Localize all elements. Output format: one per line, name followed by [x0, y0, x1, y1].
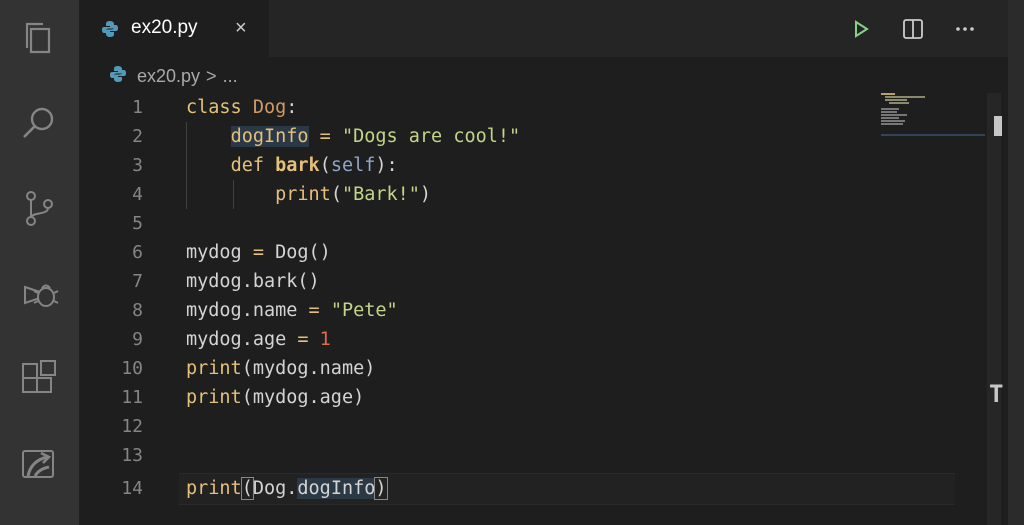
minimap-line — [881, 114, 907, 116]
minimap-line — [889, 102, 909, 104]
line-number: 9 — [132, 329, 143, 350]
python-file-icon — [101, 20, 119, 43]
code-line: 9 mydog.age = 1 — [79, 325, 879, 354]
tab-ex20[interactable]: ex20.py × — [79, 0, 269, 57]
line-number: 1 — [132, 97, 143, 118]
line-number: 4 — [132, 184, 143, 205]
code-line: 10 print(mydog.name) — [79, 354, 879, 383]
minimap-line — [881, 120, 905, 122]
code-line: 1 class Dog: — [79, 93, 879, 122]
source-control-icon[interactable] — [19, 188, 59, 228]
code-text[interactable]: class Dog: — [186, 93, 297, 122]
code-text[interactable]: mydog.bark() — [186, 267, 320, 296]
editor-area: ex20.py × ex20.py > ... 1 class Dog: 2 d… — [79, 0, 1008, 525]
scrollbar-thumb[interactable] — [994, 116, 1002, 136]
code-text[interactable]: print(mydog.name) — [186, 354, 375, 383]
python-file-icon — [109, 65, 127, 88]
tab-bar: ex20.py × — [79, 0, 1008, 57]
code-text[interactable]: print(mydog.age) — [186, 383, 364, 412]
breadcrumb-file[interactable]: ex20.py — [137, 66, 200, 87]
code-text[interactable]: print(Dog.dogInfo) — [186, 474, 388, 503]
text-cursor-icon: T — [989, 380, 1004, 408]
minimap-current-line — [881, 134, 985, 136]
minimap-line — [881, 111, 897, 113]
line-number: 14 — [121, 478, 143, 499]
code-text[interactable]: mydog = Dog() — [186, 238, 331, 267]
close-icon[interactable]: × — [235, 17, 247, 40]
line-number: 8 — [132, 300, 143, 321]
activity-bar — [0, 0, 79, 525]
minimap-line — [881, 108, 899, 110]
code-line: 7 mydog.bark() — [79, 267, 879, 296]
code-line: 13 — [79, 441, 879, 470]
minimap-line — [885, 96, 925, 98]
line-number: 11 — [121, 387, 143, 408]
code-text[interactable]: mydog.age = 1 — [186, 325, 331, 354]
breadcrumb: ex20.py > ... — [109, 64, 238, 88]
minimap-line — [881, 117, 899, 119]
debug-icon[interactable] — [19, 273, 59, 313]
code-line: 4 print("Bark!") — [79, 180, 879, 209]
code-line: 5 — [79, 209, 879, 238]
code-line: 3 def bark(self): — [79, 151, 879, 180]
line-number: 3 — [132, 155, 143, 176]
more-actions-icon[interactable] — [953, 17, 977, 41]
explorer-icon[interactable] — [19, 18, 59, 58]
code-line: 6 mydog = Dog() — [79, 238, 879, 267]
code-text[interactable]: print("Bark!") — [186, 180, 431, 209]
search-icon[interactable] — [19, 103, 59, 143]
minimap[interactable] — [879, 88, 985, 148]
line-number: 12 — [121, 416, 143, 437]
line-number: 2 — [132, 126, 143, 147]
minimap-line — [881, 123, 903, 125]
line-number: 6 — [132, 242, 143, 263]
vertical-scrollbar[interactable] — [987, 93, 1001, 525]
window-edge — [1008, 0, 1024, 525]
code-line: 12 — [79, 412, 879, 441]
code-line: 11 print(mydog.age) — [79, 383, 879, 412]
line-number: 5 — [132, 213, 143, 234]
code-line: 14 print(Dog.dogInfo) — [79, 474, 879, 503]
breadcrumb-more[interactable]: ... — [223, 66, 238, 87]
line-number: 13 — [121, 445, 143, 466]
code-text[interactable]: mydog.name = "Pete" — [186, 296, 398, 325]
code-line: 8 mydog.name = "Pete" — [79, 296, 879, 325]
code-line: 2 dogInfo = "Dogs are cool!" — [79, 122, 879, 151]
extensions-icon[interactable] — [19, 358, 59, 398]
run-icon[interactable] — [849, 17, 873, 41]
minimap-line — [881, 93, 895, 95]
line-number: 10 — [121, 358, 143, 379]
code-text[interactable]: def bark(self): — [186, 151, 398, 180]
minimap-line — [885, 99, 907, 101]
line-number: 7 — [132, 271, 143, 292]
breadcrumb-separator: > — [206, 65, 217, 86]
remote-icon[interactable] — [19, 443, 59, 483]
split-editor-icon[interactable] — [901, 17, 925, 41]
tab-filename: ex20.py — [131, 17, 198, 38]
code-text[interactable]: dogInfo = "Dogs are cool!" — [186, 122, 520, 151]
